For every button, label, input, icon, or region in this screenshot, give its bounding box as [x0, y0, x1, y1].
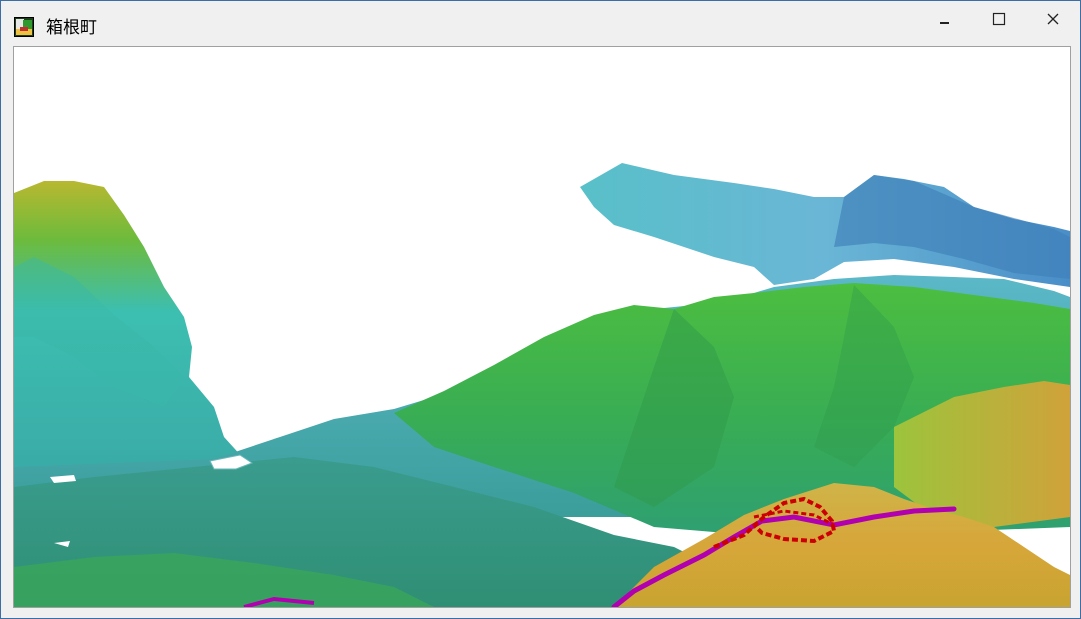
minimize-icon [939, 13, 951, 25]
minimize-button[interactable] [918, 1, 972, 37]
close-button[interactable] [1026, 1, 1080, 37]
window-title: 箱根町 [46, 18, 97, 38]
terrain-viewport[interactable] [13, 46, 1071, 608]
maximize-button[interactable] [972, 1, 1026, 37]
app-window: 箱根町 [0, 0, 1081, 619]
title-bar[interactable]: 箱根町 [1, 1, 1080, 45]
terrain-render[interactable] [14, 47, 1070, 607]
close-icon [1046, 12, 1060, 26]
map-app-icon[interactable] [14, 17, 34, 37]
maximize-icon [992, 12, 1006, 26]
